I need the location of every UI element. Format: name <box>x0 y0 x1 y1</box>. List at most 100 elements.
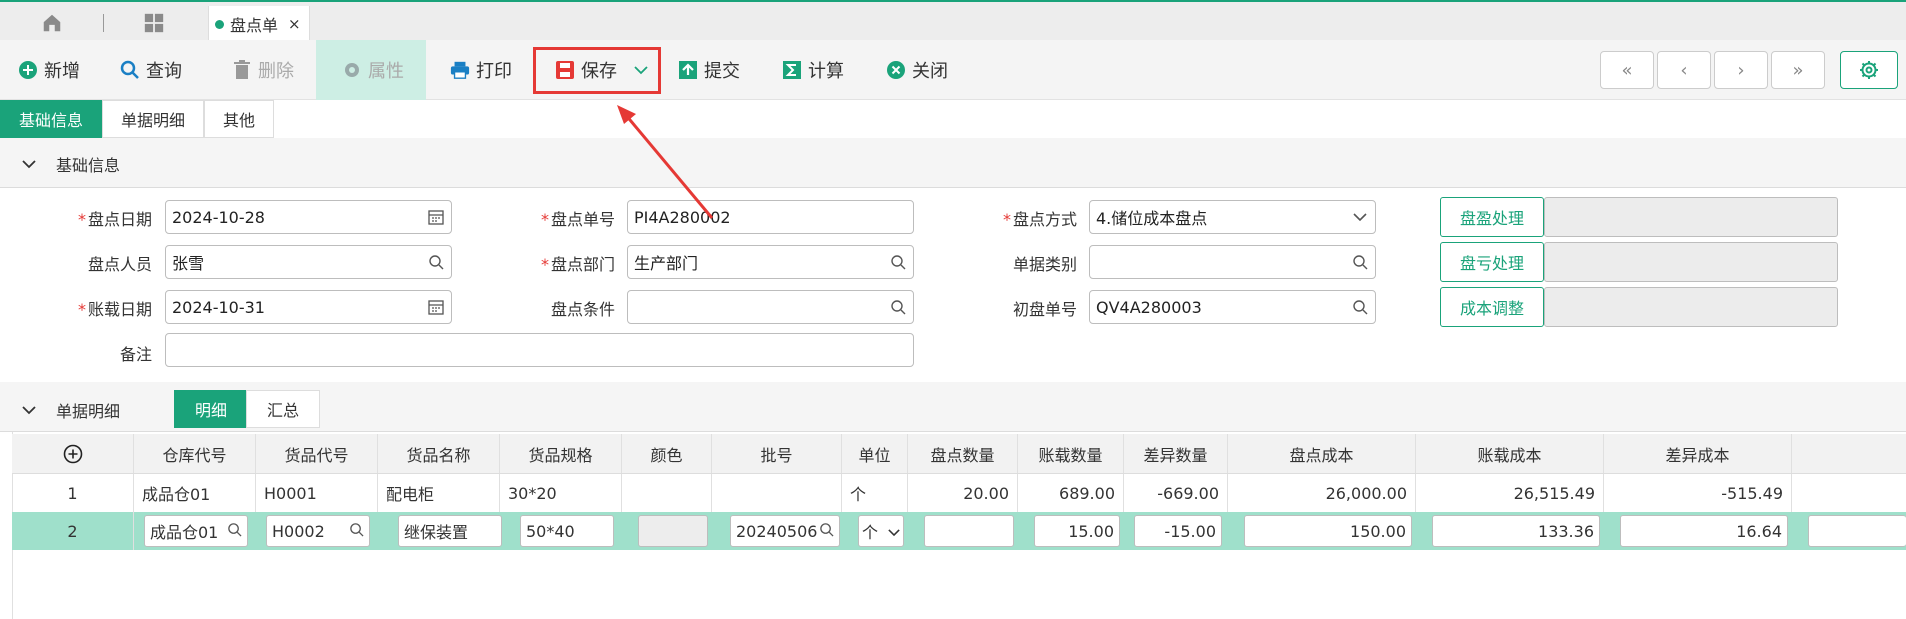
col-header: 盘点数量 <box>908 434 1018 473</box>
cond-field[interactable] <box>627 290 914 324</box>
calendar-icon[interactable] <box>427 208 445 226</box>
search-icon[interactable] <box>889 298 907 316</box>
cost-adjust-button[interactable]: 成本调整 <box>1440 287 1544 327</box>
search-icon[interactable] <box>1351 298 1369 316</box>
active-dot-icon <box>215 19 224 29</box>
settings-button[interactable] <box>1840 51 1898 89</box>
search-icon[interactable] <box>889 253 907 271</box>
submit-button[interactable]: 提交 <box>678 40 740 100</box>
account-date-label: * 账载日期 <box>77 300 152 319</box>
delete-button[interactable]: 删除 <box>232 40 294 100</box>
first-no-field[interactable]: QV4A280003 <box>1089 290 1376 324</box>
search-icon[interactable] <box>819 522 834 541</box>
loss-button[interactable]: 盘亏处理 <box>1440 242 1544 282</box>
home-icon <box>43 14 61 32</box>
diff-cost-input[interactable]: 16.64 <box>1620 515 1788 547</box>
nav-first-button[interactable]: « <box>1600 51 1654 89</box>
top-tab-bar: 盘点单 × <box>0 0 1906 42</box>
sigma-icon <box>782 60 802 80</box>
chevron-down-icon <box>20 155 38 173</box>
unit-select[interactable]: 个 <box>858 515 904 547</box>
col-header: 差异成本 <box>1604 434 1792 473</box>
col-header: 颜色 <box>622 434 712 473</box>
category-field[interactable] <box>1089 245 1376 279</box>
section-title-label: 单据明细 <box>56 402 121 421</box>
tab-detail[interactable]: 单据明细 <box>102 100 205 138</box>
calc-button[interactable]: 计算 <box>782 40 844 100</box>
no-label: * 盘点单号 <box>540 210 615 229</box>
spec-input[interactable]: 50*40 <box>520 515 614 547</box>
basic-section-title[interactable]: 基础信息 <box>20 152 120 176</box>
col-header: 盘点成本 <box>1228 434 1416 473</box>
extra-input[interactable] <box>1808 515 1906 547</box>
nav-last-button[interactable]: » <box>1771 51 1825 89</box>
close-icon[interactable]: × <box>288 15 301 33</box>
book-input[interactable]: 15.00 <box>1034 515 1120 547</box>
col-header: 账载成本 <box>1416 434 1604 473</box>
tab-divider <box>103 14 104 32</box>
add-row-button[interactable] <box>12 434 134 473</box>
detail-section-title[interactable]: 单据明细 <box>20 398 120 422</box>
tab-inventory-count[interactable]: 盘点单 × <box>208 6 310 42</box>
nav-prev-button[interactable]: ‹ <box>1657 51 1711 89</box>
nav-next-button[interactable]: › <box>1714 51 1768 89</box>
seg-detail[interactable]: 明细 <box>174 390 249 428</box>
search-icon[interactable] <box>349 522 364 541</box>
method-label: * 盘点方式 <box>1002 210 1077 229</box>
close-button[interactable]: 关闭 <box>886 40 948 100</box>
table-row-selected[interactable]: 2 成品仓01 H0002 继保装置 50*40 20240506 个 15.0… <box>12 512 1906 550</box>
remark-label: 备注 <box>119 345 152 364</box>
tab-other[interactable]: 其他 <box>204 100 275 138</box>
plus-circle-icon <box>18 60 38 80</box>
date-field[interactable]: 2024-10-28 <box>165 200 452 234</box>
calendar-icon[interactable] <box>427 298 445 316</box>
date-label: * 盘点日期 <box>77 210 152 229</box>
chevron-left-icon: ‹ <box>1680 59 1688 81</box>
props-label: 属性 <box>368 61 404 82</box>
search-icon[interactable] <box>227 522 242 541</box>
home-tab[interactable] <box>32 8 72 38</box>
book-cost-input[interactable]: 133.36 <box>1432 515 1600 547</box>
cond-label: 盘点条件 <box>550 300 615 319</box>
query-label: 查询 <box>146 61 182 82</box>
save-highlight-box <box>533 47 661 94</box>
col-header: 账载数量 <box>1018 434 1124 473</box>
profit-button[interactable]: 盘盈处理 <box>1440 197 1544 237</box>
chevron-down-icon <box>20 401 38 419</box>
name-input[interactable]: 继保装置 <box>398 515 502 547</box>
person-field[interactable]: 张雪 <box>165 245 452 279</box>
cell-book: 689.00 <box>1018 474 1124 512</box>
new-button[interactable]: 新增 <box>18 40 80 100</box>
method-select[interactable]: 4.储位成本盘点 <box>1089 200 1376 234</box>
search-icon[interactable] <box>427 253 445 271</box>
col-header: 货品名称 <box>378 434 500 473</box>
gear-icon <box>1860 61 1878 79</box>
cell-color <box>622 474 712 512</box>
print-label: 打印 <box>476 61 512 82</box>
remark-field[interactable] <box>165 333 914 367</box>
count-no-field[interactable]: PI4A280002 <box>627 200 914 234</box>
code-input[interactable]: H0002 <box>266 515 370 547</box>
props-button[interactable]: 属性 <box>316 40 426 100</box>
apps-tab[interactable] <box>134 8 174 38</box>
search-icon[interactable] <box>1351 253 1369 271</box>
trash-icon <box>232 60 252 80</box>
cost-input[interactable]: 150.00 <box>1244 515 1412 547</box>
seg-summary[interactable]: 汇总 <box>246 390 321 428</box>
double-chevron-right-icon: » <box>1792 59 1804 81</box>
print-button[interactable]: 打印 <box>450 40 512 100</box>
dept-field[interactable]: 生产部门 <box>627 245 914 279</box>
cell-batch <box>712 474 842 512</box>
warehouse-input[interactable]: 成品仓01 <box>144 515 248 547</box>
tab-basic-info[interactable]: 基础信息 <box>0 100 103 138</box>
count-input[interactable] <box>924 515 1014 547</box>
account-date-field[interactable]: 2024-10-31 <box>165 290 452 324</box>
table-row[interactable]: 1 成品仓01 H0001 配电柜 30*20 个 20.00 689.00 -… <box>12 474 1906 512</box>
cell-count: 20.00 <box>908 474 1018 512</box>
chevron-down-icon <box>1351 208 1369 226</box>
diff-input[interactable]: -15.00 <box>1134 515 1222 547</box>
cell-warehouse: 成品仓01 <box>134 474 256 512</box>
printer-icon <box>450 60 470 80</box>
query-button[interactable]: 查询 <box>120 40 182 100</box>
batch-input[interactable]: 20240506 <box>730 515 840 547</box>
